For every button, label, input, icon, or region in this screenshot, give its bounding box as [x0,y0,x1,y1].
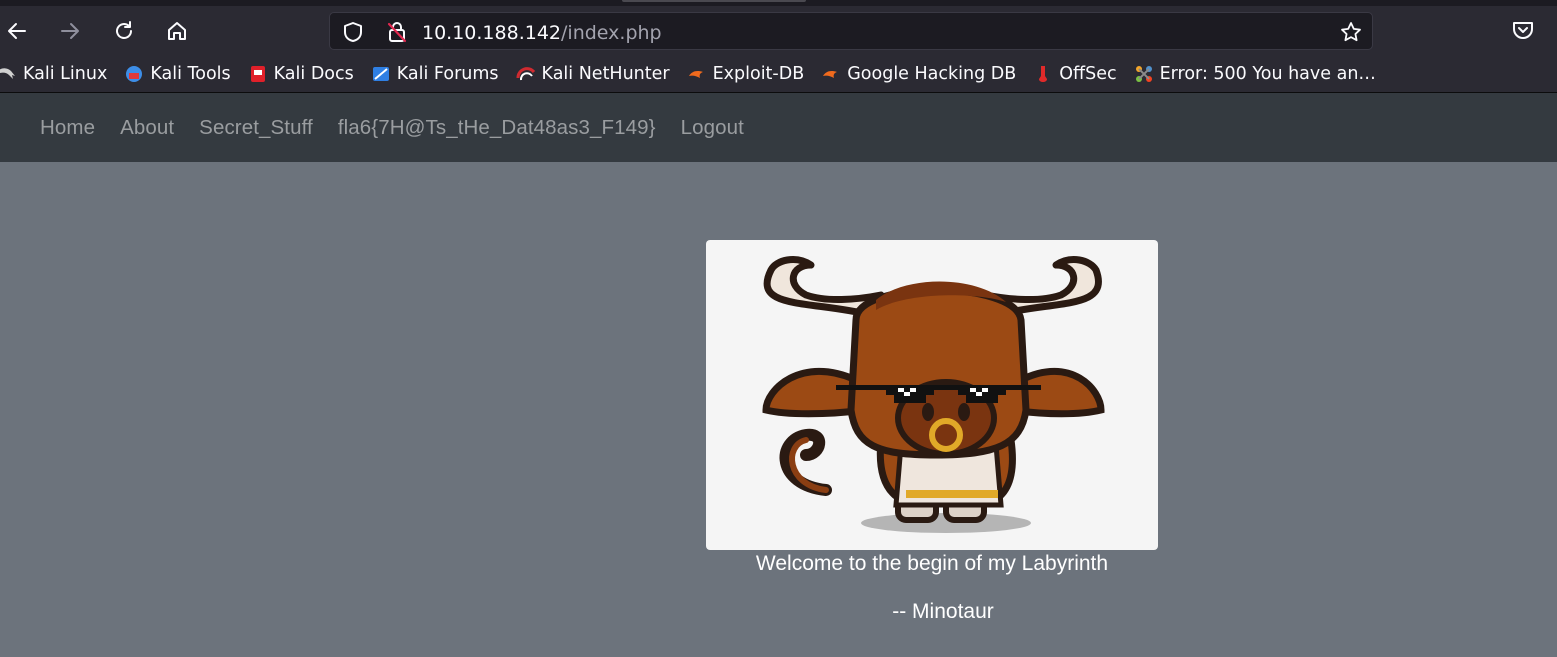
bookmark-label: Google Hacking DB [847,64,1017,84]
bookmark-label: OffSec [1059,64,1117,84]
nav-flag[interactable]: fla6{7H@Ts_tHe_Dat48as3_F149} [338,116,656,140]
ghdb-icon [821,64,841,84]
bookmark-label: Kali Tools [150,64,231,84]
nav-secret-stuff[interactable]: Secret_Stuff [199,116,313,140]
bookmark-label: Kali NetHunter [541,64,670,84]
bookmark-google-hacking-db[interactable]: Google Hacking DB [821,64,1016,84]
browser-toolbar: 10.10.188.142/index.php [0,6,1557,56]
nav-logout[interactable]: Logout [681,116,744,140]
bookmark-label: Kali Linux [23,64,108,84]
url-host: 10.10.188.142 [422,22,562,44]
bookmark-offsec[interactable]: OffSec [1033,64,1117,84]
back-button[interactable] [1,15,33,47]
kali-tools-icon [124,64,144,84]
home-button[interactable] [161,15,193,47]
star-icon[interactable] [1340,21,1362,43]
arrow-left-icon [8,23,26,39]
bookmark-kali-linux[interactable]: Kali Linux [0,64,107,84]
url-path: /index.php [561,22,662,44]
bookmark-label: Kali Forums [396,64,499,84]
kali-forums-icon [371,64,391,84]
bookmark-kali-docs[interactable]: Kali Docs [248,64,354,84]
bookmark-error-500[interactable]: Error: 500 You have an… [1134,64,1376,84]
url-text[interactable]: 10.10.188.142/index.php [422,22,662,44]
joomla-icon [1134,64,1154,84]
nav-home[interactable]: Home [40,116,95,140]
welcome-message: Welcome to the begin of my Labyrinth [755,552,1109,575]
bookmark-label: Error: 500 You have an… [1159,64,1376,84]
minotaur-illustration [762,256,1105,533]
bookmark-label: Kali Docs [273,64,354,84]
pocket-icon[interactable] [1508,15,1538,45]
exploit-db-icon [687,64,707,84]
bookmark-kali-nethunter[interactable]: Kali NetHunter [516,64,670,84]
nav-about[interactable]: About [120,116,174,140]
bookmark-exploit-db[interactable]: Exploit-DB [687,64,805,84]
bookmark-kali-forums[interactable]: Kali Forums [371,64,499,84]
minotaur-image [706,240,1158,550]
arrow-right-icon [61,23,79,39]
home-icon [168,22,186,40]
reload-icon [116,21,132,39]
nethunter-icon [516,64,536,84]
site-navbar: Home About Secret_Stuff fla6{7H@Ts_tHe_D… [0,93,1557,162]
reload-button[interactable] [108,15,140,47]
active-tab-edge[interactable] [622,0,806,2]
bookmark-kali-tools[interactable]: Kali Tools [124,64,231,84]
url-bar[interactable]: 10.10.188.142/index.php [329,12,1373,50]
bookmarks-toolbar: Kali Linux Kali Tools Kali Docs Kali For… [0,56,1557,93]
kali-docs-icon [248,64,268,84]
offsec-icon [1033,64,1053,84]
kali-dragon-icon [0,64,17,84]
forward-button[interactable] [54,15,86,47]
shield-icon[interactable] [342,21,364,43]
bookmark-label: Exploit-DB [712,64,805,84]
lock-strikethrough-icon[interactable] [386,21,408,43]
signature: -- Minotaur [892,600,994,623]
